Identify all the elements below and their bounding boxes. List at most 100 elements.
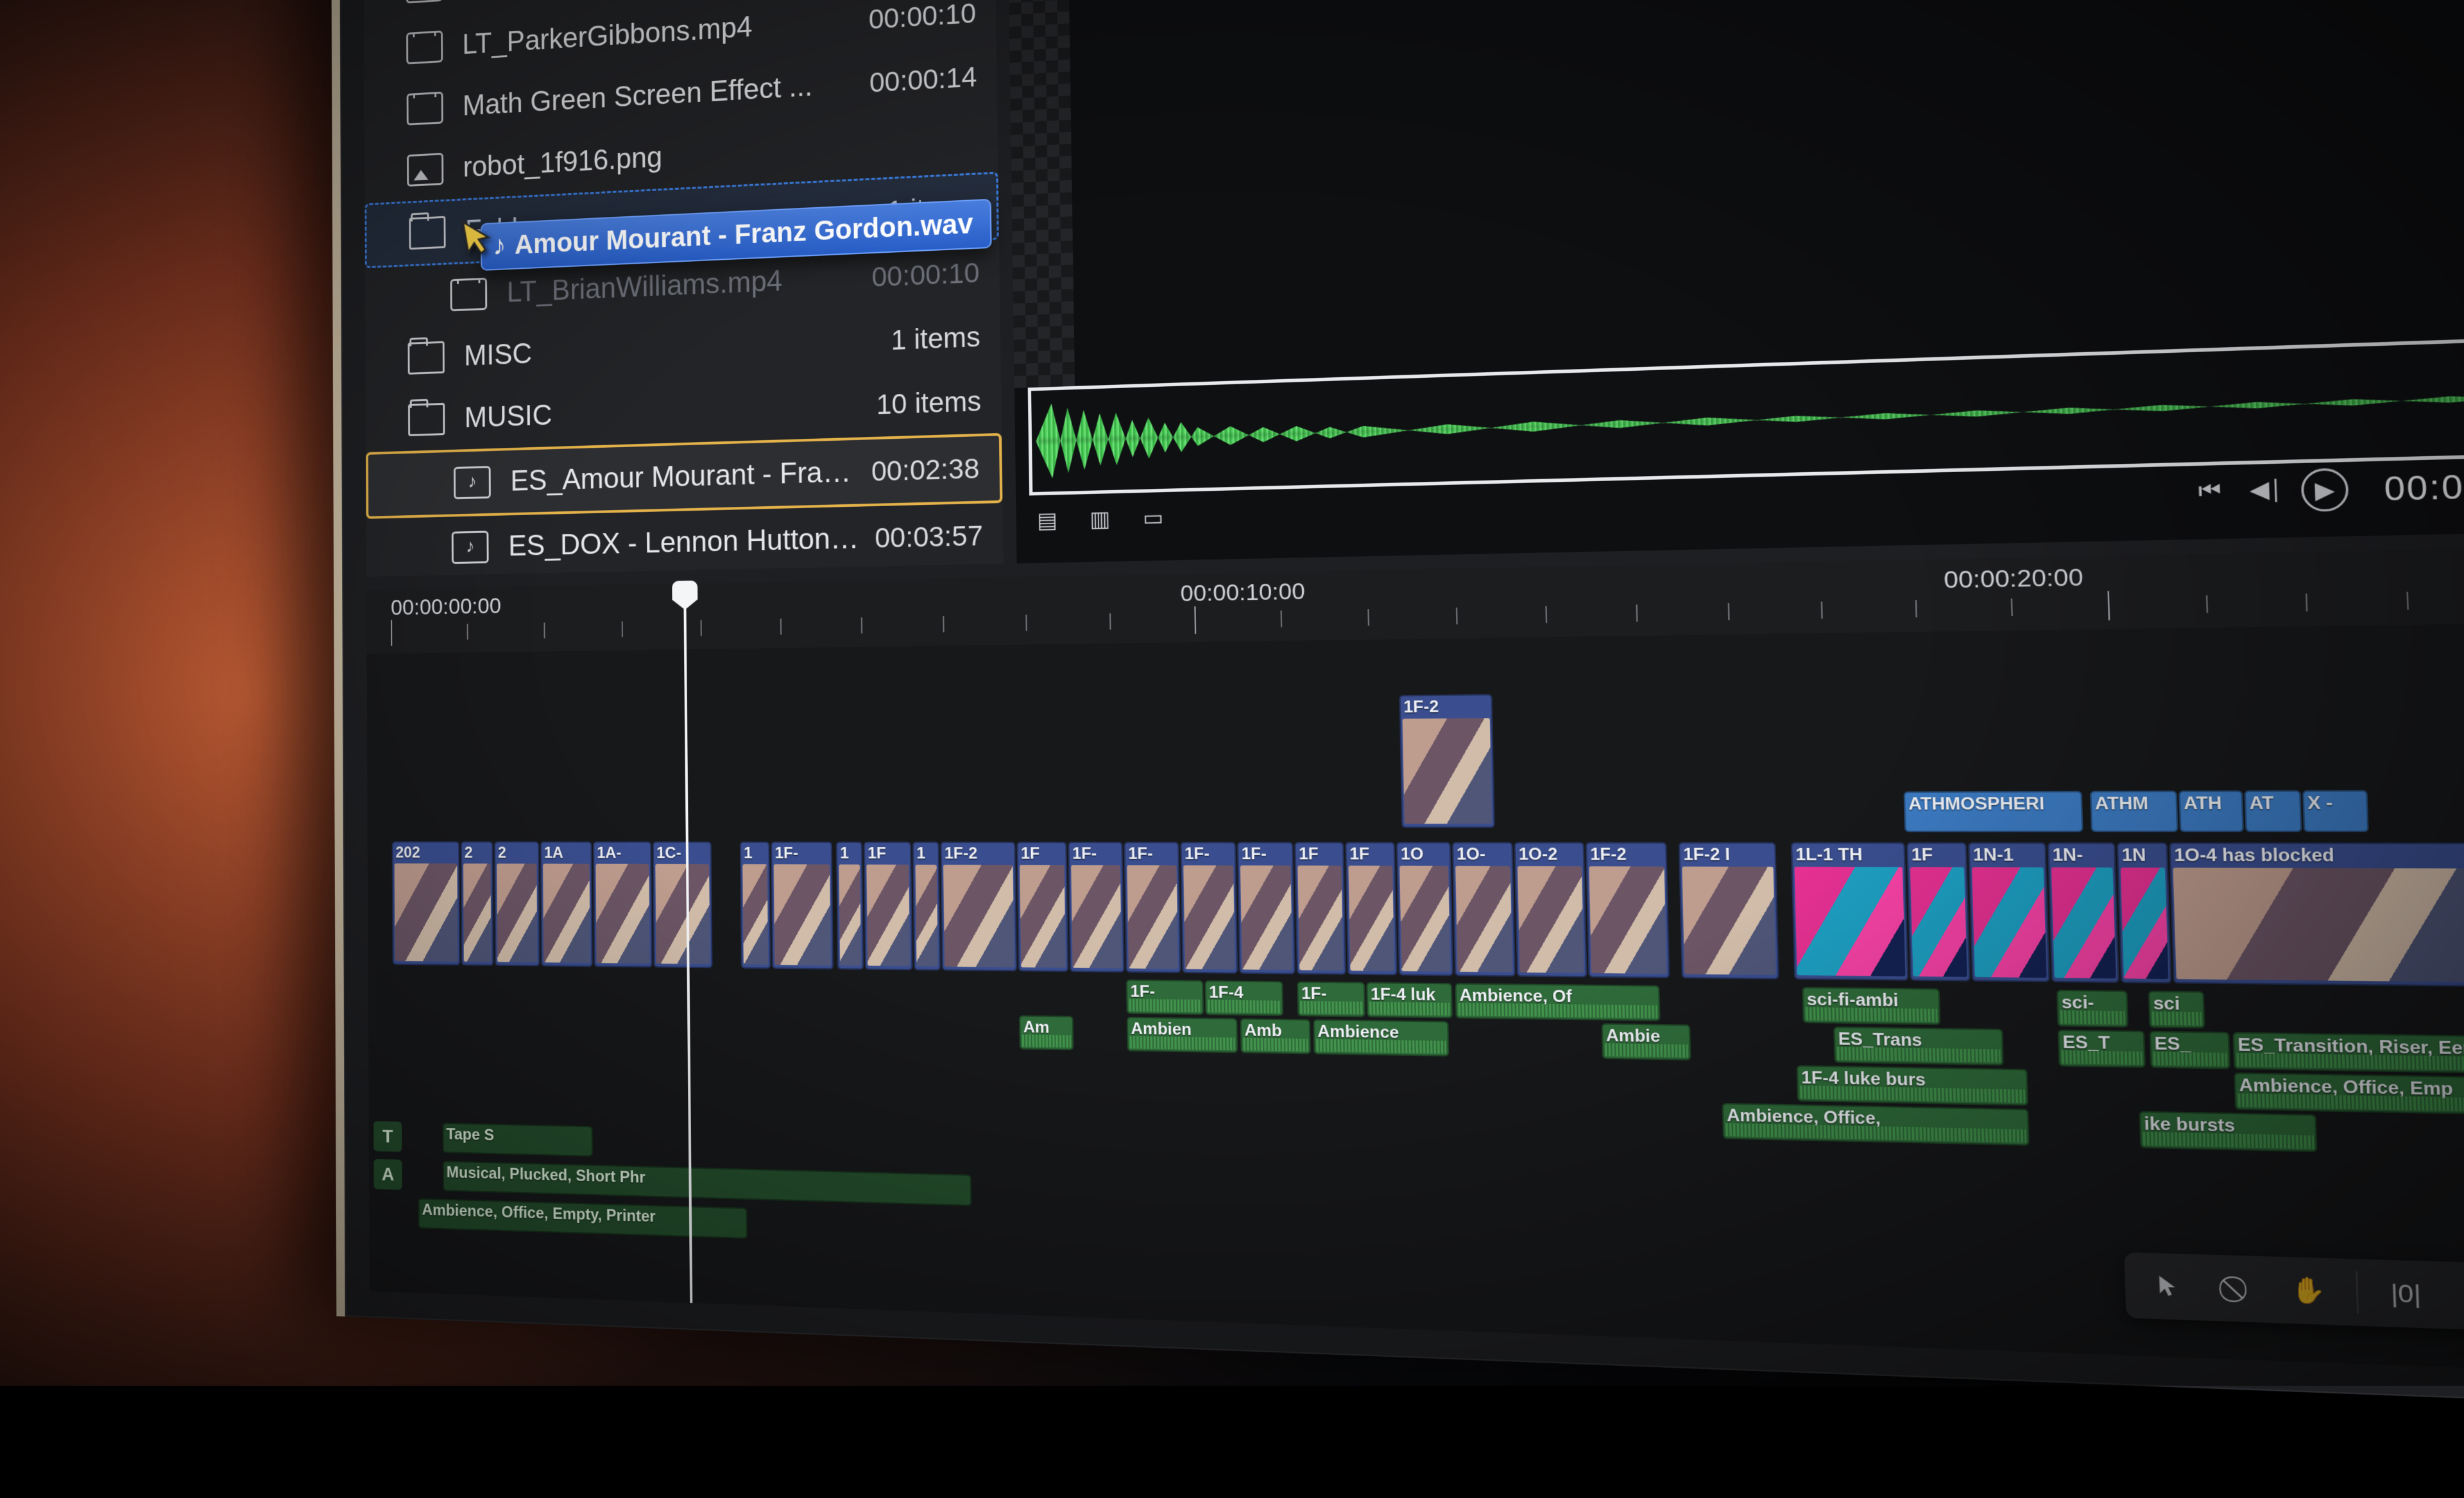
audio-clip[interactable]: 1F-	[1126, 980, 1204, 1015]
clip-label: 1F-2	[945, 844, 1012, 864]
video-clip[interactable]: 1O-4 has blocked	[2169, 842, 2464, 987]
clip-label: ATHMOSPHERI	[1908, 794, 2078, 814]
video-clip[interactable]: 1A	[540, 842, 593, 967]
audio-clip[interactable]: Ambie	[1602, 1023, 1691, 1060]
clip-label: 1F-	[774, 844, 828, 863]
audio-clip[interactable]: sci-	[2057, 990, 2128, 1028]
browser-item-name: robot_1f916.png	[463, 125, 962, 184]
ruler-time-label: 00:00:10:00	[1180, 578, 1305, 607]
media-browser[interactable]: ..._ChethanBalakrishna.mp400:00:10LT_Jac…	[363, 0, 1004, 577]
video-clip[interactable]: 1O-	[1452, 842, 1516, 976]
video-clip[interactable]: 1O-2	[1514, 842, 1587, 978]
video-clip[interactable]: 1N-1	[1968, 842, 2050, 982]
audio-clip[interactable]: 1F-4	[1204, 980, 1283, 1016]
video-clip[interactable]: 1N	[2117, 842, 2172, 983]
video-clip[interactable]: 1F-	[771, 842, 834, 969]
clip-label: 1O	[1401, 845, 1447, 865]
video-clip[interactable]: 1	[836, 842, 864, 970]
audio-clip[interactable]: ike bursts	[2139, 1111, 2318, 1152]
video-clip[interactable]: 1F-	[1068, 842, 1124, 973]
audio-clip[interactable]: Am	[1019, 1015, 1074, 1050]
audio-clip[interactable]: 1F-4 luke burs	[1797, 1065, 2029, 1106]
video-clip[interactable]: 1	[740, 842, 771, 969]
audio-clip[interactable]: ES_T	[2058, 1030, 2146, 1068]
video-clip[interactable]: 1A-	[593, 842, 653, 968]
select-tool[interactable]	[2147, 1265, 2193, 1309]
audio-clip[interactable]: Ambien	[1127, 1017, 1238, 1053]
video-clip[interactable]: 1F-2	[940, 842, 1017, 971]
audio-clip[interactable]: sci	[2148, 991, 2205, 1028]
video-clip[interactable]: 1	[912, 842, 941, 971]
audio-clip[interactable]: 1F-4 luk	[1366, 982, 1453, 1019]
text-tool[interactable]: T	[2453, 1274, 2464, 1318]
video-clip[interactable]: 1F	[1294, 842, 1346, 975]
video-clip[interactable]: 1F-2 I	[1679, 842, 1779, 980]
title-clip[interactable]: ATHM	[2090, 790, 2178, 832]
video-clip[interactable]: 1N-	[2048, 842, 2119, 983]
title-clip[interactable]: ATH	[2178, 790, 2244, 832]
trim-tool[interactable]: |0|	[2382, 1272, 2429, 1316]
folder-icon	[408, 341, 445, 375]
ctx-lbl-clip[interactable]: Tape S	[443, 1123, 593, 1157]
video-clip[interactable]: 1C-	[653, 842, 713, 969]
video-clip[interactable]: 2	[461, 841, 493, 966]
clip-label: AT	[2249, 794, 2297, 815]
ruler-tick	[2406, 592, 2409, 610]
ruler-tick	[943, 616, 944, 632]
video-clip[interactable]: 202	[392, 841, 460, 966]
browser-item-name: ES_Amour Mourant - Franz...	[510, 455, 855, 498]
rewind-button[interactable]: ⏮	[2189, 471, 2231, 510]
waveform-graphic	[1035, 335, 2464, 488]
view-mode-b-button[interactable]: ▥	[1082, 501, 1118, 537]
video-clip[interactable]: 1F-2	[1586, 842, 1670, 978]
timeline[interactable]: 00:00:00:0000:00:10:0000:00:20:00 1F-2AT…	[366, 541, 2464, 1384]
video-clip[interactable]: 1F	[864, 842, 913, 971]
hand-tool[interactable]: ✋	[2286, 1269, 2332, 1313]
audio-clip[interactable]: ES_Trans	[1833, 1026, 2004, 1066]
clip-label: 1L-1 TH	[1795, 845, 1901, 865]
video-clip[interactable]: 1O	[1396, 842, 1453, 976]
ruler-tick	[2011, 599, 2013, 616]
clip-label: 1F-	[1185, 844, 1232, 864]
video-clip[interactable]: 1F	[1345, 842, 1397, 975]
video-clip[interactable]: 1F-2	[1399, 694, 1494, 828]
title-clip[interactable]: AT	[2244, 790, 2302, 832]
ruler-tick	[1456, 608, 1458, 624]
audio-clip[interactable]: Ambience, Of	[1455, 983, 1660, 1021]
browser-item-name: LT_ParkerGibbons.mp4	[462, 4, 853, 61]
clip-label: 1N	[2121, 846, 2163, 866]
clip-label: Ambience, Office, Empty, Printer	[422, 1201, 743, 1229]
video-clip[interactable]: 1F	[1016, 842, 1068, 972]
ruler-tick	[1636, 604, 1638, 622]
clip-label: 1	[744, 844, 766, 863]
browser-item-name: MISC	[464, 325, 875, 373]
audio-clip[interactable]: Ambience, Office,	[1722, 1103, 2030, 1146]
video-clip[interactable]: 1F-	[1237, 842, 1296, 974]
video-clip[interactable]: 1L-1 TH	[1791, 842, 1909, 981]
title-clip[interactable]: ATHMOSPHERI	[1904, 791, 2083, 832]
folder-icon	[409, 216, 445, 250]
preview-viewer: ▤ ▥ ▭ ⏮ ◀∣ ▶ 00:00:00;00 🔁 ∣▶ ⏭	[1006, 0, 2464, 563]
audio-clip[interactable]: sci-fi-ambi	[1802, 987, 1940, 1025]
video-clip[interactable]: 1F	[1906, 842, 1971, 982]
play-button[interactable]: ▶	[2300, 468, 2348, 512]
clip-label: 1F-2	[1403, 697, 1488, 717]
disable-tool[interactable]: ⃠	[2216, 1267, 2263, 1311]
audio-clip[interactable]: Amb	[1240, 1018, 1311, 1054]
title-clip[interactable]: X -	[2302, 790, 2369, 833]
video-clip[interactable]: 1F-	[1124, 842, 1181, 973]
video-clip[interactable]: 2	[494, 841, 540, 966]
view-mode-c-button[interactable]: ▭	[1135, 500, 1171, 536]
audio-clip[interactable]: Ambience, Office, Emp	[2234, 1073, 2464, 1116]
step-back-button[interactable]: ◀∣	[2245, 470, 2288, 509]
audio-clip[interactable]: ES_Transition, Riser, Eerie, Tonal	[2232, 1032, 2464, 1075]
audio-clip[interactable]: ES_	[2150, 1031, 2231, 1069]
transport-timecode: 00:00:00;00	[2369, 463, 2464, 509]
ruler-time-label: 00:00:00:00	[391, 593, 501, 620]
view-mode-a-button[interactable]: ▤	[1029, 502, 1065, 538]
ctx-lbl-clip[interactable]: Ambience, Office, Empty, Printer	[418, 1198, 748, 1239]
audio-clip[interactable]: Ambience	[1313, 1019, 1449, 1057]
ctx-lbl-clip[interactable]: Musical, Plucked, Short Phr	[443, 1161, 972, 1206]
audio-clip[interactable]: 1F-	[1297, 982, 1365, 1017]
video-clip[interactable]: 1F-	[1180, 842, 1238, 974]
